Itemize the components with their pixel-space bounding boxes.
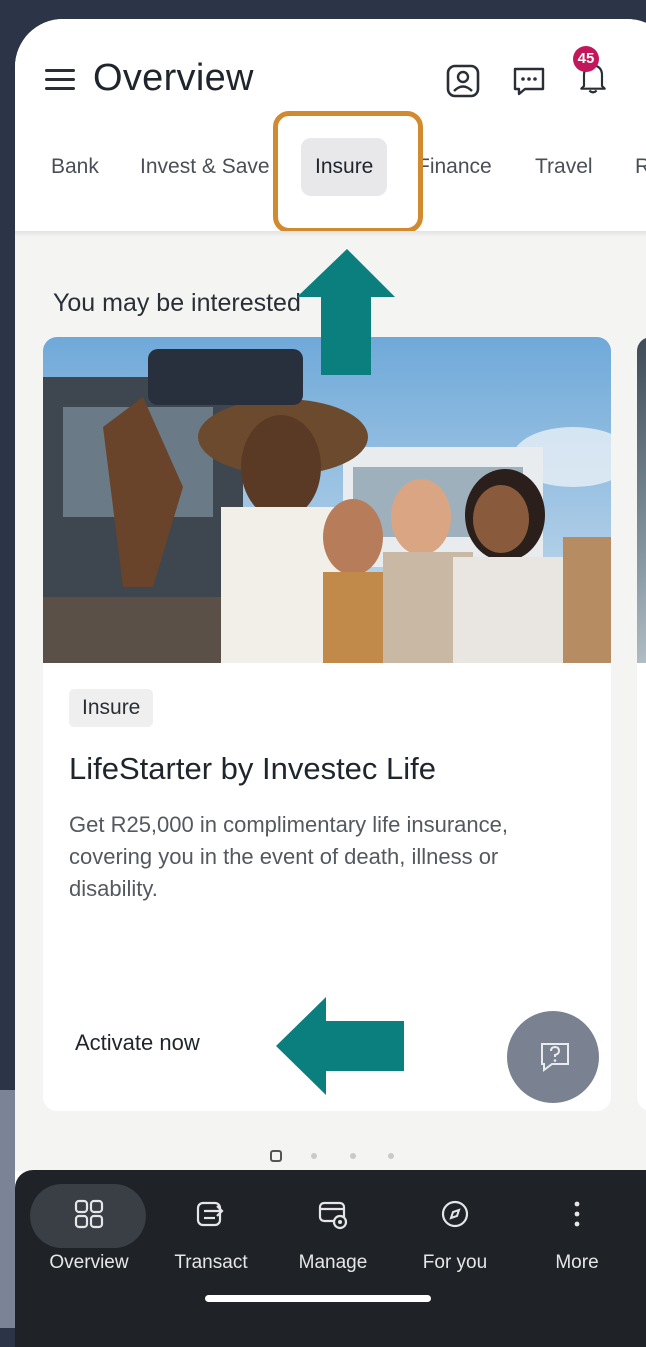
nav-label: Overview	[49, 1252, 129, 1273]
profile-icon[interactable]	[445, 63, 481, 99]
tab-more-cut[interactable]: R	[635, 137, 646, 197]
carousel-dot-4[interactable]	[388, 1153, 394, 1159]
message-icon[interactable]	[511, 63, 547, 99]
nav-more[interactable]: More	[518, 1184, 636, 1276]
grid-icon	[74, 1199, 104, 1229]
nav-overview[interactable]: Overview	[30, 1184, 148, 1276]
carousel-indicator	[15, 1149, 646, 1163]
notification-badge: 45	[573, 46, 599, 72]
card-title: LifeStarter by Investec Life	[69, 751, 437, 786]
nav-label: Manage	[298, 1252, 368, 1273]
bottom-navigation: Overview Transact Manage For you More	[15, 1170, 646, 1347]
up-arrow-annotation	[297, 249, 395, 375]
category-tag: Insure	[69, 689, 154, 727]
nav-manage[interactable]: Manage	[274, 1184, 392, 1276]
next-card-photo	[637, 337, 646, 663]
activate-now-link[interactable]: Activate now	[75, 1030, 200, 1056]
carousel-dot-2[interactable]	[311, 1153, 317, 1159]
card-description: Get R25,000 in complimentary life insura…	[69, 812, 508, 901]
card-settings-icon	[318, 1201, 348, 1230]
chat-help-icon	[541, 1043, 569, 1072]
compass-icon	[441, 1200, 469, 1228]
card-photo	[43, 337, 611, 663]
carousel-dot-1[interactable]	[270, 1150, 282, 1162]
phone-screen: Overview 45 Bank Invest & Save Insure Fi…	[15, 19, 646, 1347]
offer-card[interactable]: Insure LifeStarter by Investec Life Get …	[43, 337, 611, 1111]
more-vertical-icon	[574, 1201, 580, 1227]
section-title: You may be interested	[53, 289, 301, 317]
home-indicator	[205, 1295, 431, 1302]
tab-highlight-box	[273, 111, 423, 233]
transfer-icon	[196, 1201, 224, 1227]
tab-bank[interactable]: Bank	[51, 137, 99, 197]
nav-label: More	[555, 1252, 599, 1273]
help-chat-button[interactable]	[507, 1011, 599, 1103]
next-offer-card[interactable]	[637, 337, 646, 1111]
nav-label: Transact	[174, 1252, 248, 1273]
tab-invest-save[interactable]: Invest & Save	[140, 137, 270, 197]
app-header: Overview 45 Bank Invest & Save Insure Fi…	[15, 19, 646, 233]
nav-for-you[interactable]: For you	[396, 1184, 514, 1276]
carousel-dot-3[interactable]	[350, 1153, 356, 1159]
nav-transact[interactable]: Transact	[152, 1184, 270, 1276]
menu-icon[interactable]	[45, 69, 75, 91]
nav-label: For you	[422, 1252, 488, 1273]
tab-finance[interactable]: Finance	[417, 137, 492, 197]
tab-travel[interactable]: Travel	[535, 137, 593, 197]
page-title: Overview	[93, 57, 254, 99]
left-arrow-annotation	[276, 997, 404, 1095]
